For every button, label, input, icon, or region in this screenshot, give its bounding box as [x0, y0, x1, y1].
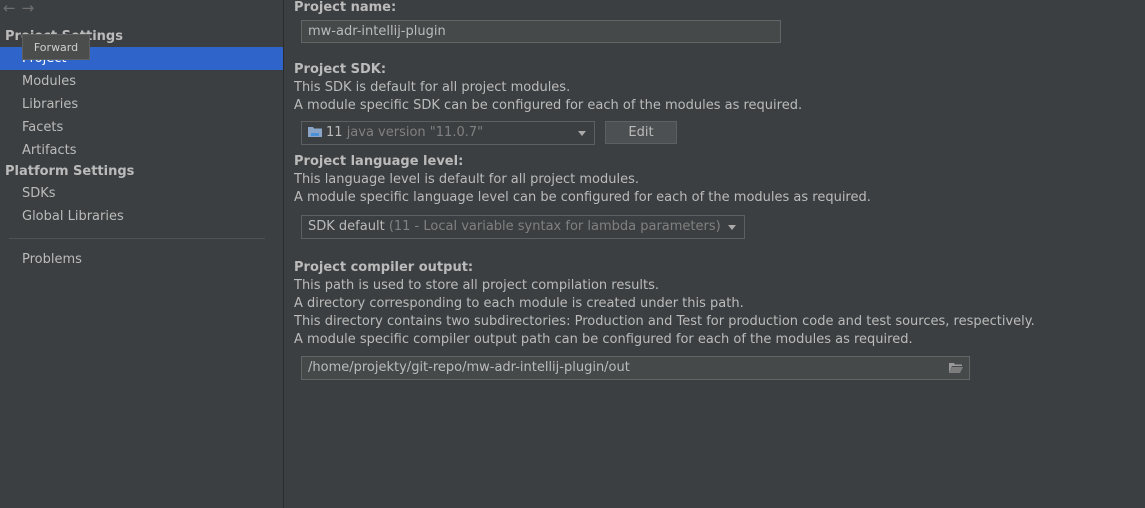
sidebar-divider	[9, 238, 265, 239]
chevron-down-icon	[728, 225, 736, 230]
sdk-folder-icon	[308, 127, 322, 137]
sidebar-item-label: Global Libraries	[22, 209, 124, 224]
compiler-output-description-3: This directory contains two subdirectori…	[294, 314, 1035, 329]
language-level-select[interactable]: SDK default (11 - Local variable syntax …	[301, 215, 745, 239]
project-name-input[interactable]: mw-adr-intellij-plugin	[301, 20, 781, 43]
sidebar-item-sdks[interactable]: SDKs	[0, 182, 283, 205]
project-name-label: Project name:	[294, 0, 397, 15]
sidebar-item-label: SDKs	[22, 186, 56, 201]
language-level-selected-name: SDK default	[308, 219, 385, 234]
compiler-output-path-value: /home/projekty/git-repo/mw-adr-intellij-…	[308, 360, 630, 375]
compiler-output-description-4: A module specific compiler output path c…	[294, 332, 913, 347]
compiler-output-label: Project compiler output:	[294, 260, 474, 275]
sidebar-item-global-libraries[interactable]: Global Libraries	[0, 205, 283, 228]
sidebar-item-modules[interactable]: Modules	[0, 70, 283, 93]
sdk-selected-detail: java version "11.0.7"	[346, 125, 484, 140]
project-sdk-label: Project SDK:	[294, 62, 387, 77]
chevron-down-icon	[578, 131, 586, 136]
compiler-output-description-2: A directory corresponding to each module…	[294, 296, 744, 311]
platform-settings-header: Platform Settings	[5, 164, 135, 179]
browse-folder-icon[interactable]	[949, 362, 963, 374]
compiler-output-path-input[interactable]: /home/projekty/git-repo/mw-adr-intellij-…	[301, 356, 970, 380]
forward-tooltip: Forward	[22, 34, 90, 60]
back-arrow-icon[interactable]: ←	[3, 0, 16, 16]
sidebar-item-label: Problems	[22, 252, 82, 267]
sidebar-item-label: Artifacts	[22, 143, 77, 158]
project-settings-panel: Project name: mw-adr-intellij-plugin Pro…	[284, 0, 1145, 508]
project-sdk-description-1: This SDK is default for all project modu…	[294, 80, 571, 95]
language-level-label: Project language level:	[294, 154, 464, 169]
language-level-description-1: This language level is default for all p…	[294, 172, 639, 187]
project-sdk-select[interactable]: 11 java version "11.0.7"	[301, 121, 595, 145]
history-navigation: ← →	[3, 0, 34, 16]
settings-sidebar: ← → Project Settings Project Modules Lib…	[0, 0, 284, 508]
sidebar-item-artifacts[interactable]: Artifacts	[0, 139, 283, 162]
sidebar-item-label: Modules	[22, 74, 77, 89]
sidebar-item-libraries[interactable]: Libraries	[0, 93, 283, 116]
language-level-description-2: A module specific language level can be …	[294, 190, 871, 205]
sidebar-item-facets[interactable]: Facets	[0, 116, 283, 139]
edit-sdk-button[interactable]: Edit	[605, 121, 677, 144]
compiler-output-description-1: This path is used to store all project c…	[294, 278, 659, 293]
sidebar-item-label: Libraries	[22, 97, 79, 112]
project-sdk-description-2: A module specific SDK can be configured …	[294, 98, 803, 113]
sdk-selected-name: 11	[326, 125, 343, 140]
forward-arrow-icon[interactable]: →	[22, 0, 35, 16]
language-level-selected-detail: (11 - Local variable syntax for lambda p…	[388, 219, 721, 234]
sidebar-item-label: Facets	[22, 120, 64, 135]
sidebar-item-problems[interactable]: Problems	[0, 248, 283, 271]
